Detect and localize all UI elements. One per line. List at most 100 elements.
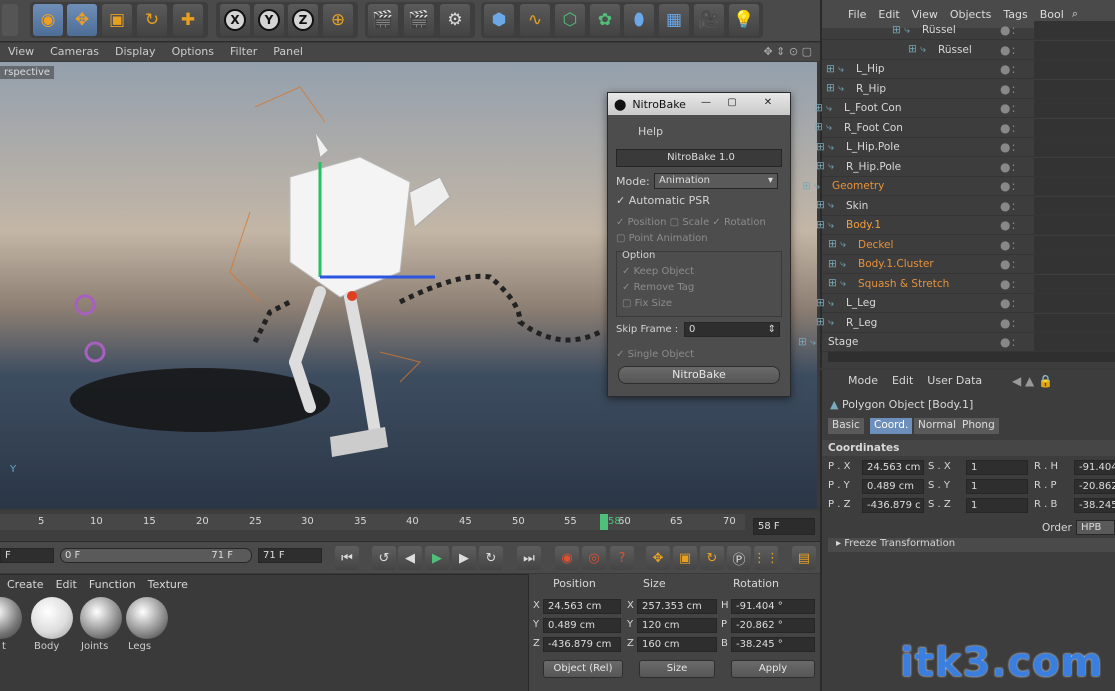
tags-column[interactable] <box>1034 333 1115 351</box>
key-scale-icon[interactable]: ▣ <box>673 546 697 570</box>
viewport-nav-icons[interactable]: ✥ ⇕ ⊙ ▢ <box>755 43 820 61</box>
tree-item[interactable]: ⊞ ⤷ Skin ●: <box>816 196 1115 216</box>
frame-range-slider[interactable]: 0 F 71 F <box>60 548 252 563</box>
tags-column[interactable] <box>1034 60 1115 78</box>
visibility-dots[interactable]: ●: <box>1000 335 1020 349</box>
tab-coord[interactable]: Coord. <box>870 418 913 434</box>
hierarchy-icon[interactable]: ⊞ ⤷ <box>828 277 846 290</box>
visibility-dots[interactable]: ●: <box>1000 257 1020 271</box>
material-ball-joints[interactable] <box>80 597 122 639</box>
z-axis-lock-button[interactable]: Z <box>288 4 318 36</box>
visibility-dots[interactable]: ●: <box>1000 218 1020 232</box>
tree-item[interactable]: ⊞ ⤷ R_Hip.Pole ●: <box>816 157 1115 177</box>
hierarchy-icon[interactable]: ⊞ ⤷ <box>828 258 846 271</box>
hierarchy-icon[interactable]: ⊞ ⤷ <box>802 180 820 193</box>
tags-column[interactable] <box>1034 196 1115 215</box>
visibility-dots[interactable]: ●: <box>1000 82 1020 96</box>
mat-menu-edit[interactable]: Edit <box>56 578 77 591</box>
live-selection-icon[interactable]: ◉ <box>33 4 63 36</box>
om-menu-view[interactable]: View <box>912 8 938 21</box>
horizontal-scrollbar[interactable] <box>828 352 1115 362</box>
coord-field-sx[interactable]: 1 <box>966 460 1028 475</box>
toolbar-grip[interactable] <box>2 4 18 36</box>
coord-field-rb[interactable]: -38.245 <box>1074 498 1115 513</box>
play-icon[interactable]: ▶ <box>425 546 449 570</box>
tab-phong[interactable]: Phong <box>958 418 999 434</box>
hierarchy-icon[interactable]: ⊞ ⤷ <box>828 238 846 251</box>
timeline-scheme-icon[interactable]: ▤ <box>792 546 816 570</box>
hierarchy-icon[interactable]: ⊞ ⤷ <box>814 102 832 115</box>
menu-cameras[interactable]: Cameras <box>42 43 107 61</box>
move-tool-icon[interactable]: ✥ <box>67 4 97 36</box>
tree-item[interactable]: ⊞ ⤷ L_Hip.Pole ●: <box>816 138 1115 157</box>
coord-field-rp[interactable]: -20.862 <box>1074 479 1115 494</box>
om-menu-tags[interactable]: Tags <box>1003 8 1027 21</box>
render-view-icon[interactable]: 🎬 <box>368 4 398 36</box>
attr-menu-edit[interactable]: Edit <box>892 374 913 387</box>
om-menu-objects[interactable]: Objects <box>950 8 992 21</box>
visibility-dots[interactable]: ●: <box>1000 121 1020 135</box>
tree-item[interactable]: ⊞ ⤷ Body.1.Cluster ●: <box>822 255 1115 274</box>
tree-item[interactable]: ⊞ ⤷ Stage ●: <box>798 333 1115 352</box>
tags-column[interactable] <box>1034 21 1115 39</box>
autokey-icon[interactable]: ◎ <box>582 546 606 570</box>
coord-field-sz[interactable]: 1 <box>966 498 1028 513</box>
go-to-end-icon[interactable]: ⏭ <box>517 546 541 570</box>
tags-column[interactable] <box>1034 138 1115 156</box>
tags-column[interactable] <box>1034 157 1115 176</box>
coord-value-field[interactable]: 160 cm <box>637 637 717 652</box>
single-object-checkbox[interactable]: ✓ Single Object <box>616 349 694 360</box>
floor-icon[interactable]: ▦ <box>659 4 689 36</box>
key-parameter-icon[interactable]: Ⓟ <box>727 546 751 570</box>
mat-menu-create[interactable]: Create <box>7 578 44 591</box>
minimize-icon[interactable]: — <box>694 95 718 111</box>
tree-item[interactable]: ⊞ ⤷ R_Hip ●: <box>822 79 1115 99</box>
mat-menu-function[interactable]: Function <box>89 578 136 591</box>
camera-icon[interactable]: 🎥 <box>694 4 724 36</box>
hierarchy-icon[interactable]: ⊞ ⤷ <box>816 199 834 212</box>
tags-column[interactable] <box>1034 313 1115 332</box>
coord-value-field[interactable]: 24.563 cm <box>543 599 621 614</box>
skip-frame-input[interactable]: 0 ⇕ <box>684 322 780 337</box>
coord-value-field[interactable]: -20.862 ° <box>731 618 815 633</box>
mat-menu-texture[interactable]: Texture <box>148 578 188 591</box>
current-frame-field[interactable]: 58 F <box>753 518 815 535</box>
previous-key-icon[interactable]: ↺ <box>372 546 396 570</box>
menu-options[interactable]: Options <box>164 43 222 61</box>
tags-column[interactable] <box>1034 255 1115 273</box>
previous-frame-icon[interactable]: ◀ <box>398 546 422 570</box>
point-animation-checkbox[interactable]: ▢ Point Animation <box>616 233 708 244</box>
visibility-dots[interactable]: ●: <box>1000 277 1020 291</box>
coord-value-field[interactable]: 257.353 cm <box>637 599 717 614</box>
mode-dropdown[interactable]: Animation ▾ <box>654 173 778 189</box>
cube-object-icon[interactable]: ⬢ <box>484 4 514 36</box>
coord-value-field[interactable]: 0.489 cm <box>543 618 621 633</box>
coord-field-sy[interactable]: 1 <box>966 479 1028 494</box>
tree-item[interactable]: ⊞ ⤷ L_Foot Con ●: <box>814 99 1115 118</box>
fix-size-checkbox[interactable]: ▢ Fix Size <box>622 298 672 309</box>
object-rel-dropdown[interactable]: Object (Rel) <box>543 660 623 678</box>
timeline-ruler[interactable]: 5 10 15 20 25 30 35 40 45 50 55 60 65 70 58 <box>0 514 745 530</box>
next-frame-icon[interactable]: ▶ <box>452 546 476 570</box>
position-checkbox[interactable]: Position <box>628 217 667 228</box>
visibility-dots[interactable]: ●: <box>1000 62 1020 76</box>
tab-normal[interactable]: Normal <box>914 418 960 434</box>
next-key-icon[interactable]: ↻ <box>479 546 503 570</box>
hierarchy-icon[interactable]: ⊞ ⤷ <box>816 297 834 310</box>
end-frame-field[interactable]: 71 F <box>258 548 322 563</box>
subdivision-surface-icon[interactable]: ⬡ <box>555 4 585 36</box>
attr-menu-mode[interactable]: Mode <box>848 374 878 387</box>
rotate-tool-icon[interactable]: ↻ <box>137 4 167 36</box>
visibility-dots[interactable]: ●: <box>1000 101 1020 115</box>
hierarchy-icon[interactable]: ⊞ ⤷ <box>816 160 834 173</box>
tab-basic[interactable]: Basic <box>828 418 864 434</box>
hierarchy-icon[interactable]: ⊞ ⤷ <box>816 141 834 154</box>
nitrobake-button[interactable]: NitroBake <box>618 366 780 384</box>
size-dropdown[interactable]: Size <box>639 660 715 678</box>
tree-item[interactable]: ⊞ ⤷ L_Hip ●: <box>822 60 1115 79</box>
visibility-dots[interactable]: ●: <box>1000 316 1020 330</box>
rotation-checkbox[interactable]: Rotation <box>724 217 766 228</box>
keyframe-selection-icon[interactable]: ? <box>610 546 634 570</box>
coord-value-field[interactable]: 120 cm <box>637 618 717 633</box>
deformer-icon[interactable]: ⬮ <box>624 4 654 36</box>
